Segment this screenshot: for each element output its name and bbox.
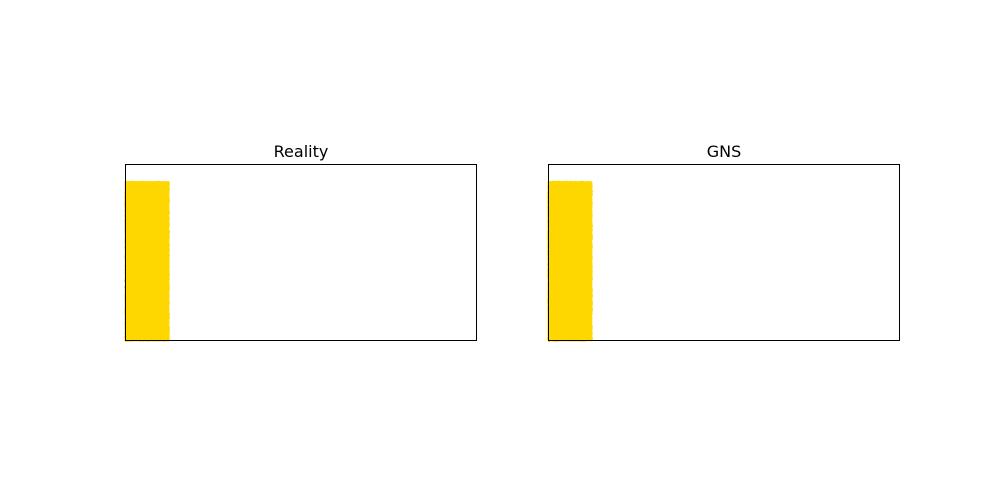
gns-panel: GNS [547,142,900,342]
gns-axes-background [548,164,900,341]
gns-particles [547,180,593,342]
reality-panel-title: Reality [274,142,329,161]
particle-point [589,181,593,185]
figure: Reality GNS [124,142,900,342]
reality-particles [124,180,170,342]
reality-panel: Reality [124,142,477,342]
reality-axes-background [125,164,477,341]
particle-point [166,180,170,185]
gns-panel-title: GNS [707,142,742,161]
